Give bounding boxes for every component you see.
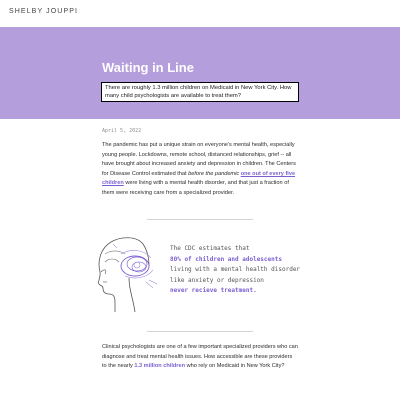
intro-emphasis: before the pandemic <box>188 170 240 177</box>
cdc-stat-callout: The CDC estimates that 80% of children a… <box>170 244 310 297</box>
providers-text-end: who rely on Medicaid in New York City? <box>185 363 285 370</box>
stat-line-2: 80% of children and adolescents <box>170 255 282 263</box>
intro-paragraph: The pandemic has put a unique strain on … <box>102 141 298 199</box>
stat-line-5: never recieve treatment. <box>170 287 257 295</box>
publish-date: April 5, 2022 <box>102 128 142 134</box>
stat-line-1: The CDC estimates that <box>170 245 250 252</box>
site-name[interactable]: SHELBY JOUPPI <box>9 8 78 15</box>
hero-banner: Waiting in Line There are roughly 1.3 mi… <box>0 27 400 119</box>
child-head-with-scribble-icon <box>98 237 158 313</box>
providers-highlight: 1.3 million children <box>134 363 186 370</box>
providers-paragraph: Clinical psychologists are one of a few … <box>102 343 298 372</box>
section-divider <box>147 331 253 332</box>
page-subtitle: There are roughly 1.3 million children o… <box>101 82 299 102</box>
intro-text-end: were living with a mental health disorde… <box>102 180 289 196</box>
stat-line-4: like anxiety or depression <box>170 276 264 284</box>
section-divider <box>147 219 253 220</box>
page-title: Waiting in Line <box>102 60 194 75</box>
stat-line-3: living with a mental health disorder <box>170 266 301 274</box>
